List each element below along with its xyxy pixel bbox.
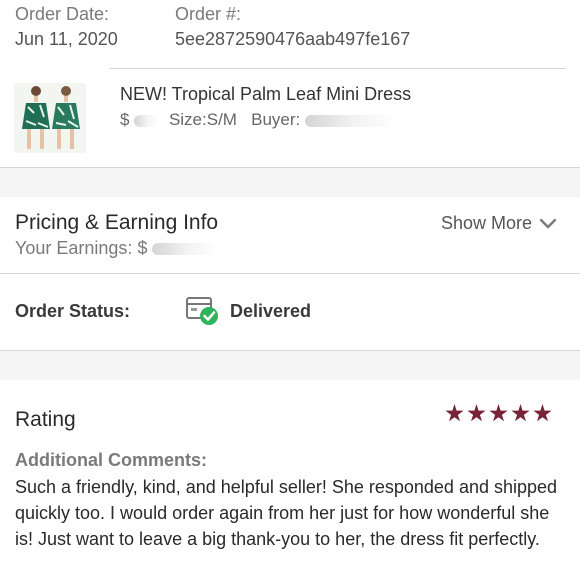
dress-image — [14, 83, 86, 153]
package-delivered-icon — [186, 297, 218, 325]
show-more-button[interactable]: Show More — [441, 213, 556, 234]
item-size: Size:S/M — [168, 110, 237, 129]
order-date-value: Jun 11, 2020 — [15, 29, 118, 49]
earnings-label: Your Earnings: — [15, 238, 133, 258]
earnings-row: Your Earnings: $ — [15, 238, 219, 259]
redacted-buyer — [305, 114, 398, 127]
redacted-earnings — [152, 243, 219, 256]
item-meta: $ Size:S/M Buyer: — [120, 110, 398, 130]
rating-title: Rating — [15, 408, 76, 431]
item-title[interactable]: NEW! Tropical Palm Leaf Mini Dress — [120, 84, 411, 105]
section-gap — [0, 168, 580, 197]
rating-stars — [445, 404, 552, 423]
star-icon — [467, 404, 486, 422]
divider — [110, 68, 566, 69]
star-icon — [489, 404, 508, 422]
order-number-label: Order #: — [175, 4, 242, 24]
star-icon — [445, 404, 464, 422]
order-date-label: Order Date: — [15, 4, 110, 24]
chevron-down-icon — [540, 218, 556, 228]
item-thumbnail[interactable] — [14, 83, 86, 153]
order-status-label: Order Status: — [15, 301, 131, 321]
price-prefix: $ — [120, 110, 130, 129]
earnings-prefix: $ — [137, 238, 148, 258]
star-icon — [533, 404, 552, 422]
comments-label: Additional Comments: — [15, 450, 207, 470]
order-status-value: Delivered — [230, 301, 312, 321]
buyer-label: Buyer: — [251, 110, 301, 129]
star-icon — [511, 404, 530, 422]
divider — [0, 273, 580, 274]
order-number-value: 5ee2872590476aab497fe167 — [175, 29, 411, 49]
section-gap — [0, 351, 580, 380]
comments-text: Such a friendly, kind, and helpful selle… — [15, 477, 558, 549]
show-more-label: Show More — [440, 213, 532, 233]
redacted-price — [134, 114, 159, 127]
pricing-title: Pricing & Earning Info — [15, 211, 219, 234]
